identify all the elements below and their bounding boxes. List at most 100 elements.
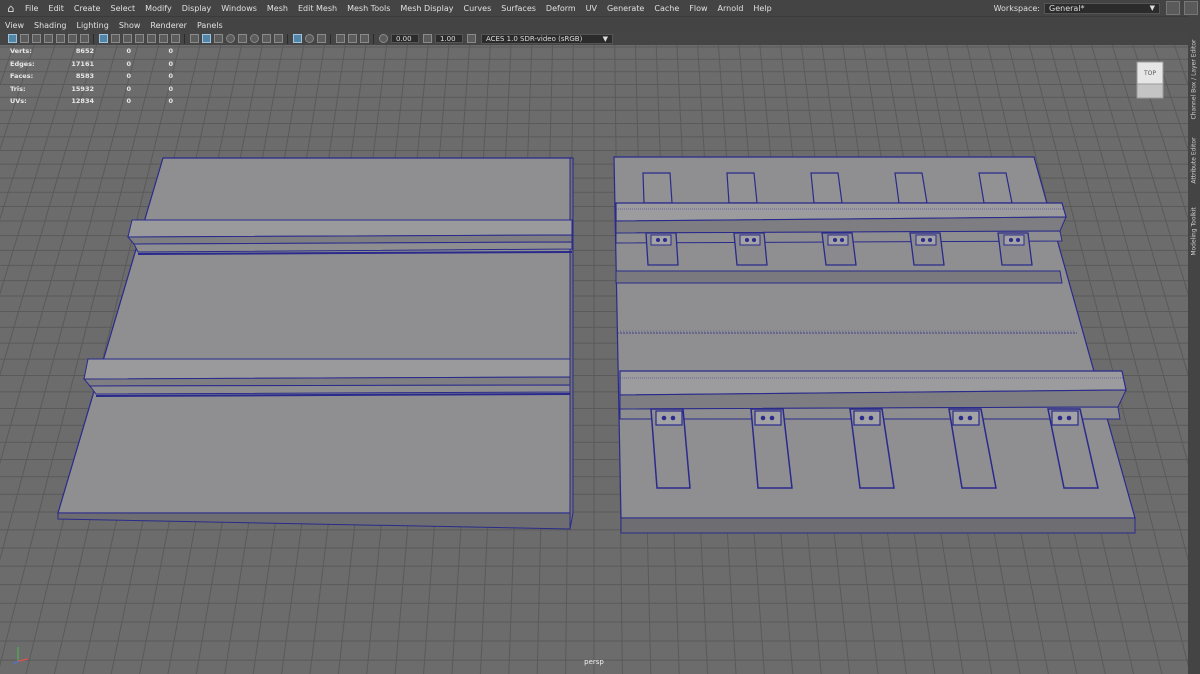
menu-edit-mesh[interactable]: Edit Mesh bbox=[293, 4, 342, 13]
separator bbox=[373, 33, 374, 44]
hud-value: 17161 bbox=[71, 59, 94, 68]
scene-meshes bbox=[57, 156, 1136, 534]
panel-menu-shading[interactable]: Shading bbox=[29, 21, 72, 30]
hud-row-faces: Faces: 8583 0 0 bbox=[10, 70, 173, 83]
menu-create[interactable]: Create bbox=[69, 4, 106, 13]
menu-mesh-tools[interactable]: Mesh Tools bbox=[342, 4, 395, 13]
view-cube[interactable]: TOP bbox=[1135, 60, 1165, 100]
menu-generate[interactable]: Generate bbox=[602, 4, 649, 13]
menu-cache[interactable]: Cache bbox=[649, 4, 684, 13]
separator bbox=[287, 33, 288, 44]
hud-row-uvs: UVs: 12834 0 0 bbox=[10, 95, 173, 108]
xray-icon[interactable] bbox=[347, 34, 357, 43]
mesh-railway-track[interactable] bbox=[613, 156, 1136, 534]
hud-label: Edges: bbox=[10, 59, 35, 68]
hud-uv-selected: 0 bbox=[168, 59, 173, 68]
shadows-icon[interactable] bbox=[261, 34, 271, 43]
menu-select[interactable]: Select bbox=[105, 4, 140, 13]
camera-name-label: persp bbox=[584, 658, 604, 666]
menu-modify[interactable]: Modify bbox=[140, 4, 177, 13]
xray-joints-icon[interactable] bbox=[359, 34, 369, 43]
hud-row-tris: Tris: 15932 0 0 bbox=[10, 83, 173, 96]
menu-windows[interactable]: Windows bbox=[216, 4, 262, 13]
workspace-selector: Workspace: General* ▼ bbox=[994, 0, 1200, 16]
image-plane-icon[interactable] bbox=[55, 34, 65, 43]
menu-mesh-display[interactable]: Mesh Display bbox=[395, 4, 458, 13]
hud-uv-selected: 0 bbox=[168, 97, 173, 106]
default-material-icon[interactable] bbox=[213, 34, 223, 43]
panel-menu-show[interactable]: Show bbox=[114, 21, 146, 30]
safe-action-icon[interactable] bbox=[158, 34, 168, 43]
maximize-icon[interactable] bbox=[1184, 1, 1198, 15]
panel-menu-lighting[interactable]: Lighting bbox=[71, 21, 113, 30]
exposure-icon[interactable] bbox=[378, 34, 388, 43]
hud-value: 8583 bbox=[75, 72, 94, 81]
safe-title-icon[interactable] bbox=[170, 34, 180, 43]
depth-of-field-icon[interactable] bbox=[316, 34, 326, 43]
hud-label: Faces: bbox=[10, 72, 34, 81]
menu-edit[interactable]: Edit bbox=[43, 4, 69, 13]
home-icon[interactable]: ⌂ bbox=[4, 1, 18, 15]
field-chart-icon[interactable] bbox=[146, 34, 156, 43]
exposure-field[interactable]: 0.00 bbox=[391, 34, 419, 43]
menu-arnold[interactable]: Arnold bbox=[713, 4, 749, 13]
isolate-select-icon[interactable] bbox=[335, 34, 345, 43]
2d-pan-zoom-icon[interactable] bbox=[67, 34, 77, 43]
panel-menu-renderer[interactable]: Renderer bbox=[145, 21, 192, 30]
panel-menu-view[interactable]: View bbox=[0, 21, 29, 30]
view-transform-value: ACES 1.0 SDR-video (sRGB) bbox=[486, 34, 583, 43]
menu-deform[interactable]: Deform bbox=[541, 4, 581, 13]
resolution-gate-icon[interactable] bbox=[122, 34, 132, 43]
gamma-field[interactable]: 1.00 bbox=[435, 34, 463, 43]
menu-curves[interactable]: Curves bbox=[458, 4, 496, 13]
menu-mesh[interactable]: Mesh bbox=[262, 4, 293, 13]
textured-icon[interactable] bbox=[237, 34, 247, 43]
use-all-lights-icon[interactable] bbox=[249, 34, 259, 43]
hud-uv-selected: 0 bbox=[168, 84, 173, 93]
view-cube-face-label: TOP bbox=[1143, 70, 1156, 77]
side-tab-strip: Channel Box / Layer Editor Attribute Edi… bbox=[1188, 16, 1200, 674]
hud-selected: 0 bbox=[126, 84, 131, 93]
menu-flow[interactable]: Flow bbox=[684, 4, 712, 13]
menu-surfaces[interactable]: Surfaces bbox=[496, 4, 541, 13]
tab-modeling-toolkit[interactable]: Modeling Toolkit bbox=[1188, 186, 1200, 276]
window-layout-icon[interactable] bbox=[1166, 1, 1180, 15]
hud-uv-selected: 0 bbox=[168, 72, 173, 81]
menu-display[interactable]: Display bbox=[177, 4, 217, 13]
hud-label: UVs: bbox=[10, 97, 27, 106]
film-gate-icon[interactable] bbox=[110, 34, 120, 43]
separator bbox=[93, 33, 94, 44]
ambient-occlusion-icon[interactable] bbox=[273, 34, 283, 43]
gamma-icon[interactable] bbox=[422, 34, 432, 43]
chevron-down-icon: ▼ bbox=[1149, 4, 1155, 12]
select-camera-icon[interactable] bbox=[7, 34, 17, 43]
grease-pencil-icon[interactable] bbox=[79, 34, 89, 43]
wireframe-icon[interactable] bbox=[189, 34, 199, 43]
panel-menu-panels[interactable]: Panels bbox=[192, 21, 228, 30]
separator bbox=[184, 33, 185, 44]
motion-blur-icon[interactable] bbox=[292, 34, 302, 43]
gate-mask-icon[interactable] bbox=[134, 34, 144, 43]
panel-menu-bar: View Shading Lighting Show Renderer Pane… bbox=[0, 16, 1188, 33]
menu-file[interactable]: File bbox=[20, 4, 43, 13]
camera-attributes-icon[interactable] bbox=[31, 34, 41, 43]
hud-selected: 0 bbox=[126, 59, 131, 68]
hud-value: 8652 bbox=[75, 47, 94, 56]
hud-value: 15932 bbox=[71, 84, 94, 93]
menu-help[interactable]: Help bbox=[748, 4, 776, 13]
smooth-shade-icon[interactable] bbox=[201, 34, 211, 43]
lock-camera-icon[interactable] bbox=[19, 34, 29, 43]
color-management-icon[interactable] bbox=[466, 34, 476, 43]
viewport-persp[interactable] bbox=[0, 45, 1188, 674]
anti-aliasing-icon[interactable] bbox=[304, 34, 314, 43]
workspace-dropdown[interactable]: General* ▼ bbox=[1044, 2, 1160, 14]
bookmark-icon[interactable] bbox=[43, 34, 53, 43]
hud-selected: 0 bbox=[126, 97, 131, 106]
hud-value: 12834 bbox=[71, 97, 94, 106]
grid-toggle-icon[interactable] bbox=[98, 34, 108, 43]
menu-uv[interactable]: UV bbox=[581, 4, 602, 13]
chevron-down-icon: ▼ bbox=[602, 34, 608, 43]
view-transform-dropdown[interactable]: ACES 1.0 SDR-video (sRGB) ▼ bbox=[481, 33, 613, 44]
mesh-rail-slab[interactable] bbox=[57, 157, 574, 530]
wireframe-on-shaded-icon[interactable] bbox=[225, 34, 235, 43]
